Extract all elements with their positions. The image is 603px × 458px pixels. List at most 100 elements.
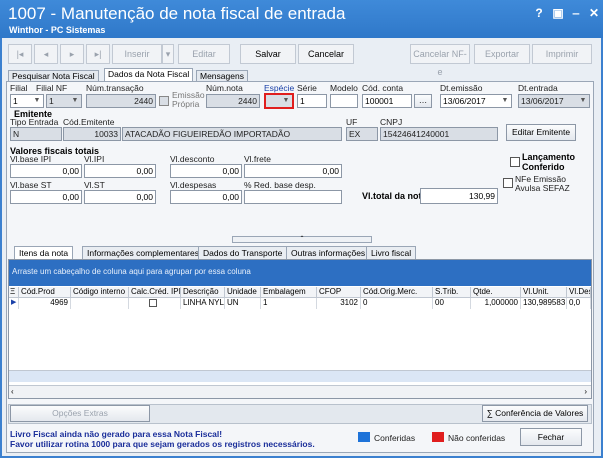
lancamento-conferido-checkbox[interactable] [510, 157, 520, 167]
vl-frete-field[interactable]: 0,00 [244, 164, 342, 178]
cell-cod-orig-merc: 0 [361, 298, 433, 309]
vl-frete-label: Vl.frete [244, 154, 271, 164]
col-calc-cred-ipi[interactable]: Calc.Créd. IPI [129, 287, 181, 298]
tab-informacoes-complementares[interactable]: Informações complementares [82, 246, 204, 259]
num-nota-field[interactable]: 2440 [206, 94, 260, 108]
filial-label: Filial [10, 83, 28, 93]
cod-emitente-label: Cód.Emitente [63, 117, 115, 127]
col-descricao[interactable]: Descrição [181, 287, 225, 298]
cancel-button[interactable]: Cancelar [298, 44, 354, 64]
red-base-field[interactable] [244, 190, 342, 204]
vl-total-field[interactable]: 130,99 [420, 188, 498, 204]
group-by-area[interactable]: Arraste um cabeçalho de coluna aqui para… [9, 260, 591, 286]
col-unidade[interactable]: Unidade [225, 287, 261, 298]
cod-conta-field[interactable]: 100001 [362, 94, 412, 108]
cod-emitente-field[interactable]: 10033 [63, 127, 121, 141]
window-subtitle: Winthor - PC Sistemas [9, 25, 106, 35]
tipo-entrada-field[interactable]: N [10, 127, 62, 141]
cell-vl-unit: 130,989583 [523, 298, 567, 309]
vl-despesas-label: Vl.despesas [170, 180, 217, 190]
vl-st-field[interactable]: 0,00 [84, 190, 156, 204]
help-icon[interactable]: ? [532, 6, 546, 20]
editar-emitente-button[interactable]: Editar Emitente [506, 124, 576, 141]
col-cfop[interactable]: CFOP [317, 287, 361, 298]
col-vl-desc[interactable]: Vl.Desc [567, 287, 591, 298]
last-record-button[interactable]: ▸| [86, 44, 110, 64]
calc-cred-ipi-checkbox[interactable] [149, 299, 157, 307]
emissao-propria-checkbox[interactable] [159, 96, 169, 106]
minimize-icon[interactable]: ‒ [569, 6, 583, 20]
vl-desconto-field[interactable]: 0,00 [170, 164, 242, 178]
vl-base-ipi-field[interactable]: 0,00 [10, 164, 82, 178]
cell-embalagem: 1 [261, 298, 317, 309]
title-bar: 1007 - Manutenção de nota fiscal de entr… [0, 0, 603, 38]
dt-emissao-field[interactable]: 13/06/2017 ▼ [440, 94, 512, 108]
filial-nf-label: Filial NF [36, 83, 68, 93]
tipo-entrada-label: Tipo Entrada [10, 117, 59, 127]
col-vl-unit[interactable]: Vl.Unit. [521, 287, 567, 298]
uf-field[interactable]: EX [346, 127, 378, 141]
tab-livro-fiscal[interactable]: Livro fiscal [366, 246, 417, 259]
serie-field[interactable]: 1 [297, 94, 327, 108]
cell-descricao: LINHA NYLO [183, 298, 225, 309]
save-button[interactable]: Salvar [240, 44, 296, 64]
modelo-field[interactable] [330, 94, 358, 108]
tab-dados-transporte[interactable]: Dados do Transporte [198, 246, 288, 259]
tab-itens-nota[interactable]: Itens da nota [14, 246, 74, 259]
col-qtde[interactable]: Qtde. [471, 287, 521, 298]
scroll-right-icon[interactable]: › [584, 387, 587, 396]
col-cod-prod[interactable]: Cód.Prod [19, 287, 71, 298]
col-s-trib[interactable]: S.Trib. [433, 287, 471, 298]
vl-despesas-field[interactable]: 0,00 [170, 190, 242, 204]
filial-select[interactable]: 1 ▼ [10, 94, 44, 108]
nfe-avulsa-checkbox[interactable] [503, 178, 513, 188]
vl-base-st-field[interactable]: 0,00 [10, 190, 82, 204]
cell-qtde: 1,000000 [471, 298, 521, 309]
col-embalagem[interactable]: Embalagem [261, 287, 317, 298]
first-record-button[interactable]: |◂ [8, 44, 32, 64]
dt-entrada-field[interactable]: 13/06/2017 ▼ [518, 94, 590, 108]
close-icon[interactable]: ✕ [587, 6, 601, 20]
especie-select[interactable]: ▼ [264, 93, 294, 109]
next-record-button[interactable]: ▸ [60, 44, 84, 64]
vl-st-label: Vl.ST [84, 180, 105, 190]
tab-dados-nota[interactable]: Dados da Nota Fiscal [104, 68, 194, 82]
num-transacao-field[interactable]: 2440 [86, 94, 156, 108]
cnpj-field[interactable]: 15424641240001 [380, 127, 498, 141]
dt-emissao-label: Dt.emissão [440, 83, 483, 93]
warning-line-2: Favor utilizar rotina 1000 para que seja… [10, 439, 315, 449]
previous-record-button[interactable]: ◂ [34, 44, 58, 64]
items-grid[interactable]: Arraste um cabeçalho de coluna aqui para… [8, 259, 592, 399]
col-cod-orig-merc[interactable]: Cód.Orig.Merc. [361, 287, 433, 298]
opcoes-extras-button[interactable]: Opções Extras [10, 405, 150, 422]
conferencia-valores-label: Conferência de Valores [495, 408, 584, 418]
scroll-left-icon[interactable]: ‹ [11, 387, 14, 396]
vl-base-st-label: Vl.base ST [10, 180, 52, 190]
cancel-nfe-button[interactable]: Cancelar NF-e [410, 44, 470, 77]
filial-nf-select[interactable]: 1 ▼ [46, 94, 82, 108]
panel-splitter[interactable]: ⌃ [232, 236, 372, 243]
cod-conta-lookup-button[interactable]: … [414, 94, 432, 108]
col-codigo-interno[interactable]: Código interno [71, 287, 129, 298]
lancamento-conferido-label: Lançamento Conferido [522, 152, 576, 172]
edit-button[interactable]: Editar [178, 44, 230, 64]
insert-dropdown-icon[interactable]: ▾ [162, 44, 174, 64]
vl-ipi-field[interactable]: 0,00 [84, 164, 156, 178]
vl-desconto-label: Vl.desconto [170, 154, 215, 164]
nfe-avulsa-label: NFe Emissão Avulsa SEFAZ [515, 174, 570, 193]
restore-icon[interactable]: ▣ [551, 6, 565, 20]
fechar-button[interactable]: Fechar [520, 428, 582, 446]
cnpj-label: CNPJ [380, 117, 403, 127]
insert-button[interactable]: Inserir [112, 44, 162, 64]
emitente-nome-field[interactable]: ATACADÃO FIGUEIREDÃO IMPORTADÃO [122, 127, 342, 141]
tab-outras-informacoes[interactable]: Outras informações [286, 246, 371, 259]
vl-base-ipi-label: Vl.base IPI [10, 154, 52, 164]
horizontal-scrollbar[interactable]: ‹ › [9, 385, 591, 398]
num-nota-label: Núm.nota [206, 83, 243, 93]
table-row[interactable]: ▶ 4969 LINHA NYLO UN 1 3102 0 00 1,00000… [9, 298, 591, 309]
conferencia-valores-button[interactable]: ∑ Conferência de Valores [482, 405, 588, 422]
print-button[interactable]: Imprimir [532, 44, 592, 64]
grid-summary-row [9, 370, 591, 382]
export-button[interactable]: Exportar [474, 44, 530, 64]
filial-nf-value: 1 [49, 96, 54, 106]
